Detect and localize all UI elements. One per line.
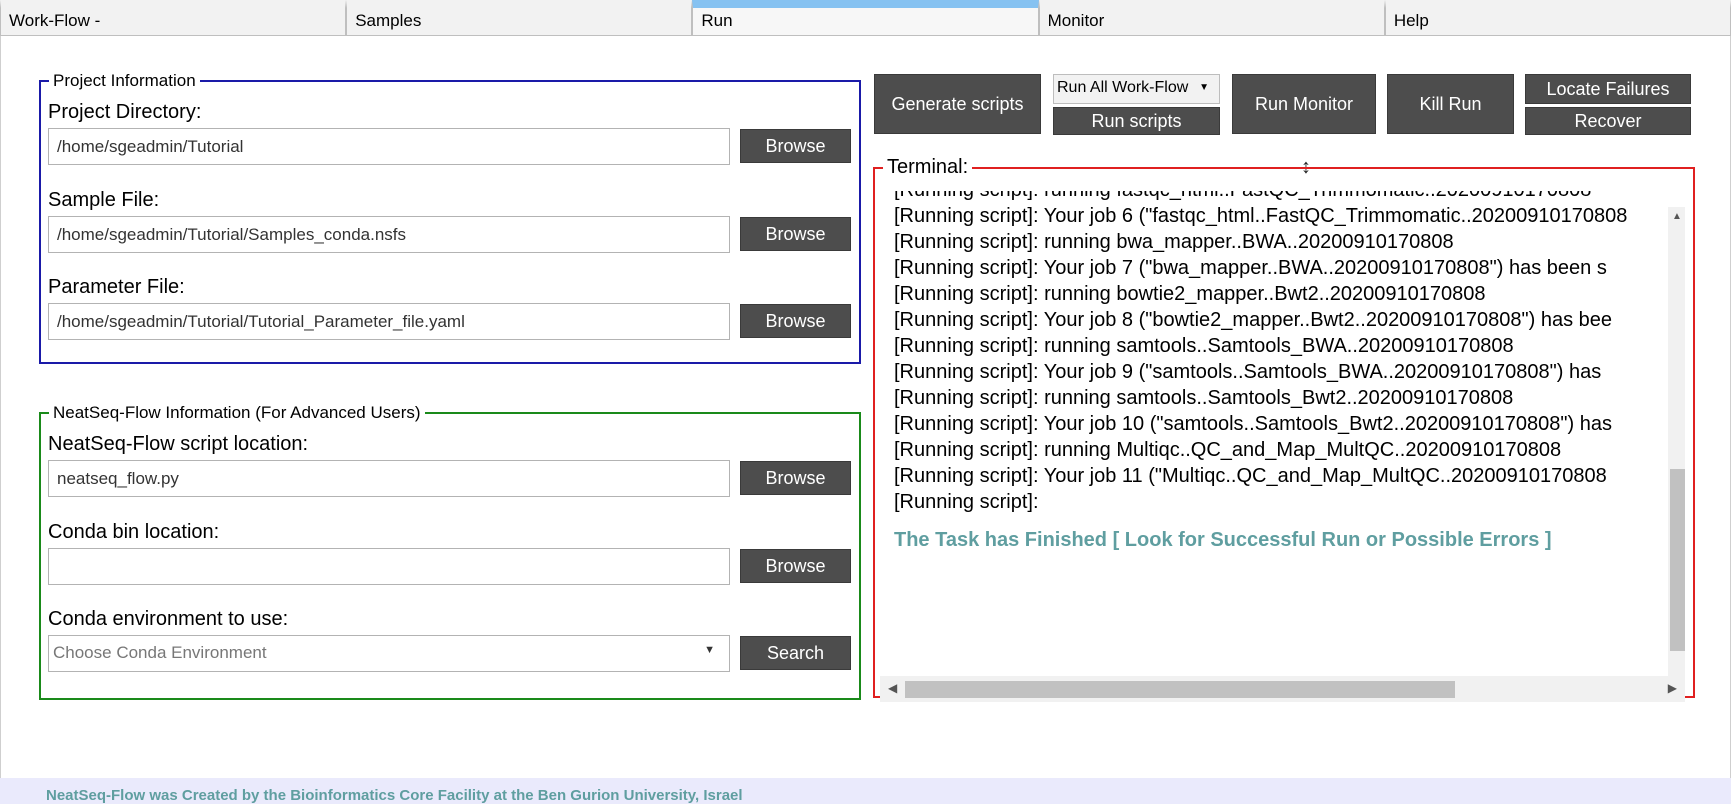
project-directory-browse-button[interactable]: Browse — [740, 129, 851, 163]
caret-down-icon: ▼ — [704, 644, 715, 656]
project-directory-label: Project Directory: — [48, 101, 202, 123]
run-monitor-button[interactable]: Run Monitor — [1232, 74, 1376, 134]
terminal-line: [Running script]: Your job 10 ("samtools… — [894, 413, 1612, 435]
terminal-line: [Running script]: Your job 7 ("bwa_mappe… — [894, 257, 1607, 279]
terminal-line: [Running script]: running samtools..Samt… — [894, 335, 1514, 357]
parameter-file-input[interactable] — [48, 303, 730, 340]
run-panel: Project Information Project Directory: B… — [0, 36, 1731, 778]
terminal-lines: [Running script]: running fastqc_html..F… — [894, 191, 1685, 552]
run-mode-selected-value: Run All Work-Flow — [1057, 79, 1189, 96]
terminal-line: [Running script]: running Multiqc..QC_an… — [894, 439, 1562, 461]
recover-button[interactable]: Recover — [1525, 107, 1691, 135]
parameter-file-browse-button[interactable]: Browse — [740, 304, 851, 338]
terminal-line: [Running script]: — [894, 491, 1039, 513]
tab-monitor[interactable]: Monitor — [1038, 0, 1385, 36]
project-information-legend: Project Information — [53, 71, 196, 90]
run-mode-select[interactable]: Run All Work-Flow ▼ — [1053, 74, 1220, 104]
conda-bin-location-label: Conda bin location: — [48, 521, 220, 543]
tab-bar: Work-Flow - Samples Run Monitor Help — [0, 0, 1731, 36]
generate-scripts-button[interactable]: Generate scripts — [874, 74, 1041, 134]
neatseq-script-browse-button[interactable]: Browse — [740, 461, 851, 495]
tab-run[interactable]: Run — [692, 0, 1039, 36]
project-directory-input[interactable] — [48, 128, 730, 165]
terminal-line: [Running script]: running bowtie2_mapper… — [894, 283, 1486, 305]
tab-work-flow[interactable]: Work-Flow - — [0, 0, 347, 36]
terminal-line: [Running script]: Your job 11 ("Multiqc.… — [894, 465, 1607, 487]
terminal-line: [Running script]: running bwa_mapper..BW… — [894, 231, 1454, 253]
terminal-legend: Terminal: — [887, 156, 969, 178]
terminal-output[interactable]: [Running script]: running fastqc_html..F… — [880, 191, 1685, 676]
neatseq-script-location-input[interactable] — [48, 460, 730, 497]
sample-file-input[interactable] — [48, 216, 730, 253]
parameter-file-label: Parameter File: — [48, 276, 185, 298]
run-scripts-button[interactable]: Run scripts — [1053, 107, 1220, 135]
sample-file-label: Sample File: — [48, 189, 160, 211]
vertical-scroll-thumb[interactable] — [1670, 469, 1685, 651]
sample-file-browse-button[interactable]: Browse — [740, 217, 851, 251]
kill-run-button[interactable]: Kill Run — [1387, 74, 1514, 134]
terminal-line: [Running script]: running samtools..Samt… — [894, 387, 1514, 409]
horizontal-scroll-thumb[interactable] — [905, 681, 1455, 698]
terminal-group: Terminal: [Running script]: running fast… — [873, 156, 1695, 702]
conda-bin-browse-button[interactable]: Browse — [740, 549, 851, 583]
scroll-up-icon[interactable]: ▲ — [1672, 211, 1682, 222]
conda-environment-select[interactable]: Choose Conda Environment ▼ — [48, 635, 730, 672]
terminal-line: [Running script]: Your job 9 ("samtools.… — [894, 361, 1602, 383]
neatseq-script-location-label: NeatSeq-Flow script location: — [48, 433, 309, 455]
tab-samples[interactable]: Samples — [346, 0, 693, 36]
conda-environment-label: Conda environment to use: — [48, 608, 289, 630]
terminal-line: [Running script]: Your job 6 ("fastqc_ht… — [894, 205, 1628, 227]
tab-help[interactable]: Help — [1384, 0, 1731, 36]
task-finished-message: The Task has Finished [ Look for Success… — [894, 529, 1552, 551]
terminal-horizontal-scrollbar[interactable]: ◀ ▶ — [880, 676, 1685, 702]
conda-environment-search-button[interactable]: Search — [740, 636, 851, 670]
terminal-line: [Running script]: running fastqc_html..F… — [894, 191, 1685, 203]
conda-bin-location-input[interactable] — [48, 548, 730, 585]
terminal-vertical-scrollbar[interactable]: ▲ ▼ — [1668, 207, 1685, 676]
footer-credit: NeatSeq-Flow was Created by the Bioinfor… — [0, 778, 1731, 804]
locate-failures-button[interactable]: Locate Failures — [1525, 74, 1691, 104]
neatseq-information-legend: NeatSeq-Flow Information (For Advanced U… — [53, 403, 421, 422]
scroll-right-icon[interactable]: ▶ — [1668, 681, 1677, 695]
caret-down-icon: ▼ — [1199, 82, 1209, 93]
terminal-line: [Running script]: Your job 8 ("bowtie2_m… — [894, 309, 1613, 331]
scroll-left-icon[interactable]: ◀ — [888, 681, 897, 695]
conda-environment-placeholder: Choose Conda Environment — [53, 643, 267, 662]
